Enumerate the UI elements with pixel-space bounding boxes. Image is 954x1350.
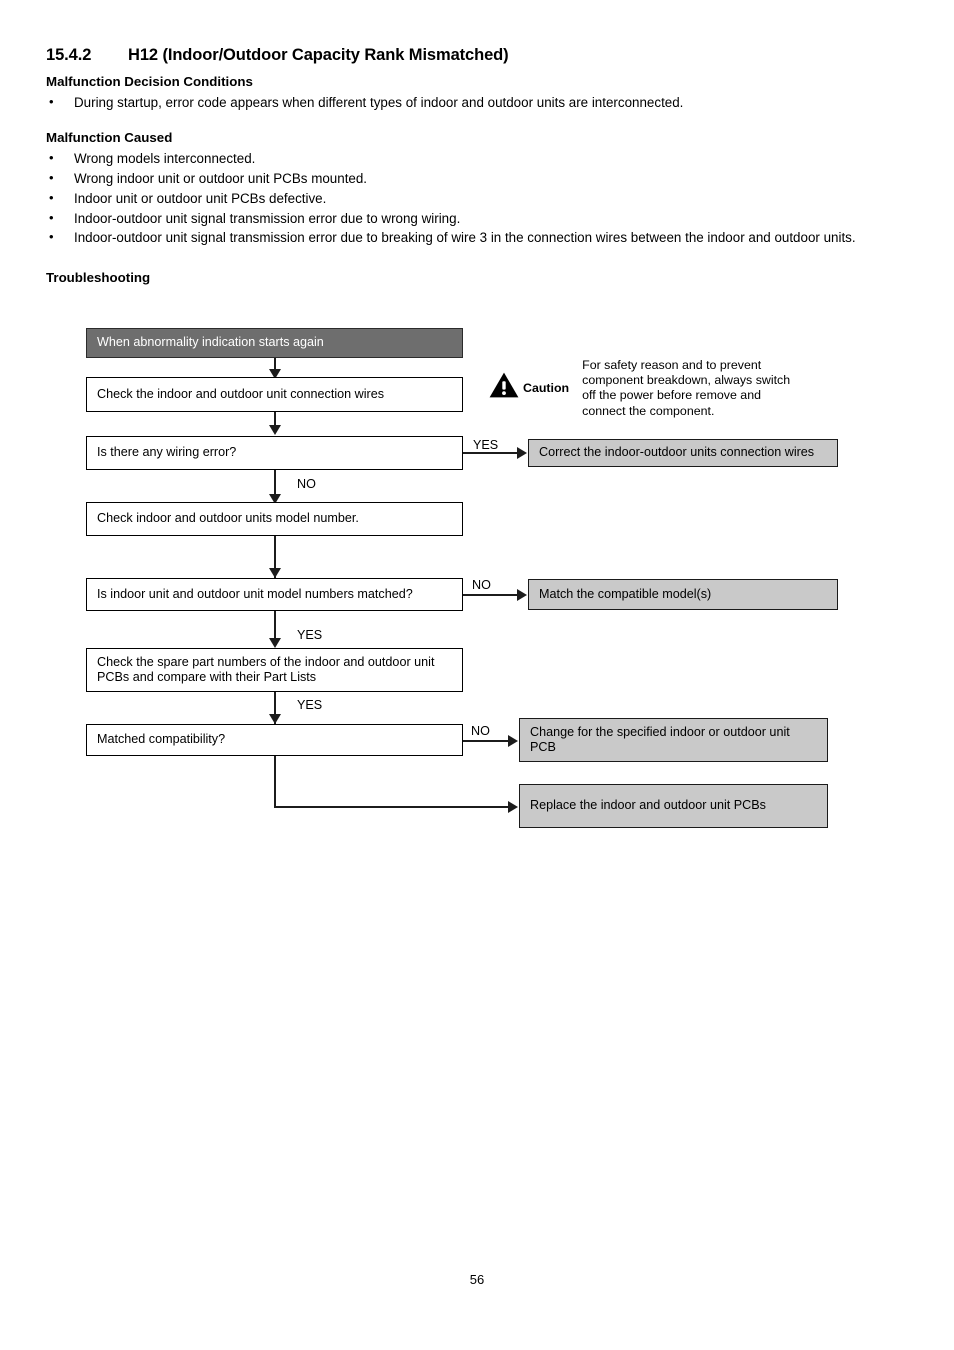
page-title: 15.4.2 H12 (Indoor/Outdoor Capacity Rank…	[46, 46, 908, 65]
section-number: 15.4.2	[46, 46, 92, 64]
connector-wiring-error-no	[274, 470, 276, 500]
edge-label-no-model: NO	[472, 578, 491, 592]
list-item: Indoor-outdoor unit signal transmission …	[46, 227, 908, 247]
section-title: H12 (Indoor/Outdoor Capacity Rank Mismat…	[128, 46, 509, 64]
flow-node-change-pcb: Change for the specified indoor or outdo…	[519, 718, 828, 762]
flow-node-start: When abnormality indication starts again	[86, 328, 463, 358]
arrow-right-icon	[508, 801, 518, 813]
caution-text: For safety reason and to prevent compone…	[582, 358, 791, 418]
list-item: Wrong models interconnected.	[46, 148, 908, 168]
edge-label-no-compat: NO	[471, 724, 490, 738]
connector-check-wires-to-wiring-error	[274, 412, 276, 432]
connector-model-matched-no	[463, 594, 520, 596]
troubleshooting-heading: Troubleshooting	[46, 269, 151, 285]
caution-marker: Caution	[489, 372, 569, 403]
flow-node-wiring-error: Is there any wiring error?	[86, 436, 463, 470]
arrow-right-icon	[508, 735, 518, 747]
flow-node-check-model: Check indoor and outdoor units model num…	[86, 502, 463, 536]
edge-label-no-wiring: NO	[297, 477, 316, 491]
arrow-down-icon	[269, 425, 281, 435]
arrow-down-icon	[269, 568, 281, 578]
connector-matched-compat-yes-vertical	[274, 756, 276, 808]
malfunction-caused-list: Wrong models interconnected. Wrong indoo…	[46, 148, 908, 247]
connector-matched-compat-no	[463, 740, 511, 742]
edge-label-yes-model: YES	[297, 628, 323, 642]
connector-check-spare-to-matched-compat	[274, 692, 276, 724]
arrow-down-icon	[269, 714, 281, 724]
edge-label-yes-spare: YES	[297, 698, 323, 712]
flow-node-model-matched: Is indoor unit and outdoor unit model nu…	[86, 578, 463, 611]
list-item: During startup, error code appears when …	[46, 92, 908, 112]
caution-block: Caution For safety reason and to prevent…	[489, 358, 819, 419]
arrow-down-icon	[269, 638, 281, 648]
decision-conditions-list: During startup, error code appears when …	[46, 92, 908, 112]
malfunction-caused-heading: Malfunction Caused	[46, 130, 173, 146]
list-item: Indoor-outdoor unit signal transmission …	[46, 208, 908, 228]
arrow-right-icon	[517, 589, 527, 601]
connector-start-to-check-wires	[274, 358, 276, 376]
flow-node-match-model: Match the compatible model(s)	[528, 579, 838, 610]
flow-node-replace-pcb: Replace the indoor and outdoor unit PCBs	[519, 784, 828, 828]
list-item: Wrong indoor unit or outdoor unit PCBs m…	[46, 168, 908, 188]
connector-check-model-to-model-matched	[274, 536, 276, 578]
flow-node-check-spare: Check the spare part numbers of the indo…	[86, 648, 463, 692]
flow-node-correct-wires: Correct the indoor-outdoor units connect…	[528, 439, 838, 467]
flow-node-check-wires: Check the indoor and outdoor unit connec…	[86, 377, 463, 412]
edge-label-yes-wiring: YES	[473, 438, 499, 452]
connector-model-matched-yes	[274, 611, 276, 644]
caution-label: Caution	[523, 380, 570, 395]
connector-matched-compat-yes-horizontal	[274, 806, 511, 808]
arrow-down-icon	[269, 494, 281, 504]
arrow-down-icon	[269, 369, 281, 379]
page-number: 56	[469, 1272, 485, 1287]
list-item: Indoor unit or outdoor unit PCBs defecti…	[46, 188, 908, 208]
warning-triangle-icon	[489, 372, 519, 403]
decision-conditions-heading: Malfunction Decision Conditions	[46, 74, 253, 89]
flow-node-matched-compat: Matched compatibility?	[86, 724, 463, 756]
connector-wiring-error-yes	[463, 452, 520, 454]
document-body: 15.4.2 H12 (Indoor/Outdoor Capacity Rank…	[46, 46, 908, 289]
arrow-right-icon	[517, 447, 527, 459]
